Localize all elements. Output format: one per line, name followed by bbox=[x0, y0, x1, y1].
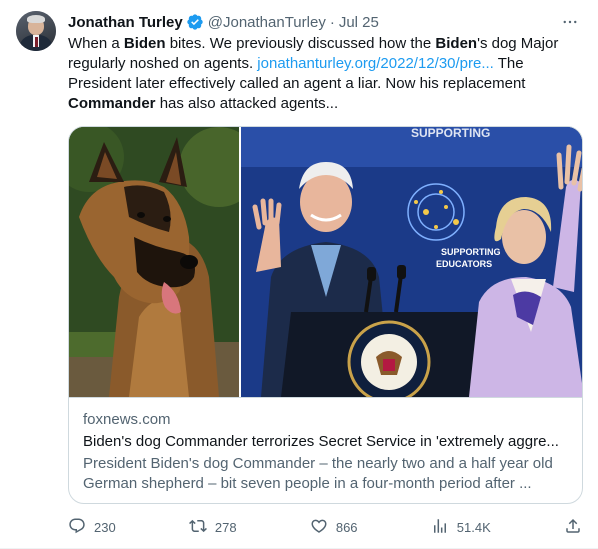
reply-icon bbox=[68, 517, 86, 538]
card-description: President Biden's dog Commander – the ne… bbox=[83, 455, 553, 492]
event-illustration: SUPPORTING EDUCATORS SUPPORTING bbox=[241, 127, 582, 397]
dog-photo bbox=[69, 127, 239, 397]
share-icon bbox=[564, 517, 582, 538]
card-title[interactable]: Biden's dog Commander terrorizes Secret … bbox=[83, 432, 568, 452]
like-button[interactable]: 866 bbox=[310, 517, 358, 538]
retweet-icon bbox=[188, 517, 207, 538]
avatar[interactable] bbox=[16, 11, 56, 51]
banner-text-2: EDUCATORS bbox=[436, 259, 492, 269]
tweet-text-bold: Commander bbox=[68, 95, 156, 112]
share-button[interactable] bbox=[564, 517, 582, 538]
link-card[interactable]: SUPPORTING EDUCATORS SUPPORTING foxnews.… bbox=[68, 126, 583, 504]
author-name[interactable]: Jonathan Turley bbox=[68, 14, 183, 31]
tweet-header: Jonathan Turley @JonathanTurley · Jul 25 bbox=[68, 12, 379, 32]
card-media: SUPPORTING EDUCATORS SUPPORTING bbox=[69, 127, 582, 397]
tweet-text-part: has also attacked agents... bbox=[155, 95, 339, 112]
retweet-count: 278 bbox=[214, 519, 237, 535]
dog-illustration bbox=[69, 127, 239, 397]
banner-text-top: SUPPORTING bbox=[411, 127, 490, 140]
like-count: 866 bbox=[335, 519, 358, 535]
tweet-text-bold: Biden bbox=[435, 35, 478, 52]
tweet-text: When a Biden bites. We previously discus… bbox=[68, 34, 578, 114]
banner-text-1: SUPPORTING bbox=[441, 247, 501, 257]
tweet-text-part: bites. We previously discussed how the bbox=[165, 35, 436, 52]
event-photo: SUPPORTING EDUCATORS SUPPORTING bbox=[241, 127, 582, 397]
card-meta[interactable]: foxnews.com Biden's dog Commander terror… bbox=[69, 397, 582, 503]
tweet-text-bold: Biden bbox=[123, 35, 166, 52]
like-icon bbox=[310, 517, 328, 538]
avatar-tie bbox=[35, 37, 38, 47]
views-button[interactable]: 51.4K bbox=[431, 517, 491, 538]
tweet-link[interactable]: jonathanturley.org/2022/12/30/pre... bbox=[257, 55, 494, 72]
more-icon[interactable] bbox=[558, 12, 582, 32]
author-handle[interactable]: @JonathanTurley bbox=[208, 14, 326, 31]
views-count: 51.4K bbox=[456, 519, 491, 535]
views-icon bbox=[431, 517, 449, 538]
card-domain: foxnews.com bbox=[83, 411, 171, 428]
avatar-hair bbox=[27, 15, 45, 23]
retweet-button[interactable]: 278 bbox=[188, 517, 237, 538]
reply-button[interactable]: 230 bbox=[68, 517, 116, 538]
reply-count: 230 bbox=[94, 519, 116, 535]
tweet-text-part: When a bbox=[68, 35, 124, 52]
tweet-date[interactable]: Jul 25 bbox=[339, 14, 379, 31]
action-bar: 230 278 866 51.4K bbox=[68, 514, 582, 540]
separator-dot: · bbox=[329, 13, 335, 31]
verified-badge-icon bbox=[186, 13, 204, 31]
tweet[interactable]: Jonathan Turley @JonathanTurley · Jul 25… bbox=[0, 0, 598, 549]
